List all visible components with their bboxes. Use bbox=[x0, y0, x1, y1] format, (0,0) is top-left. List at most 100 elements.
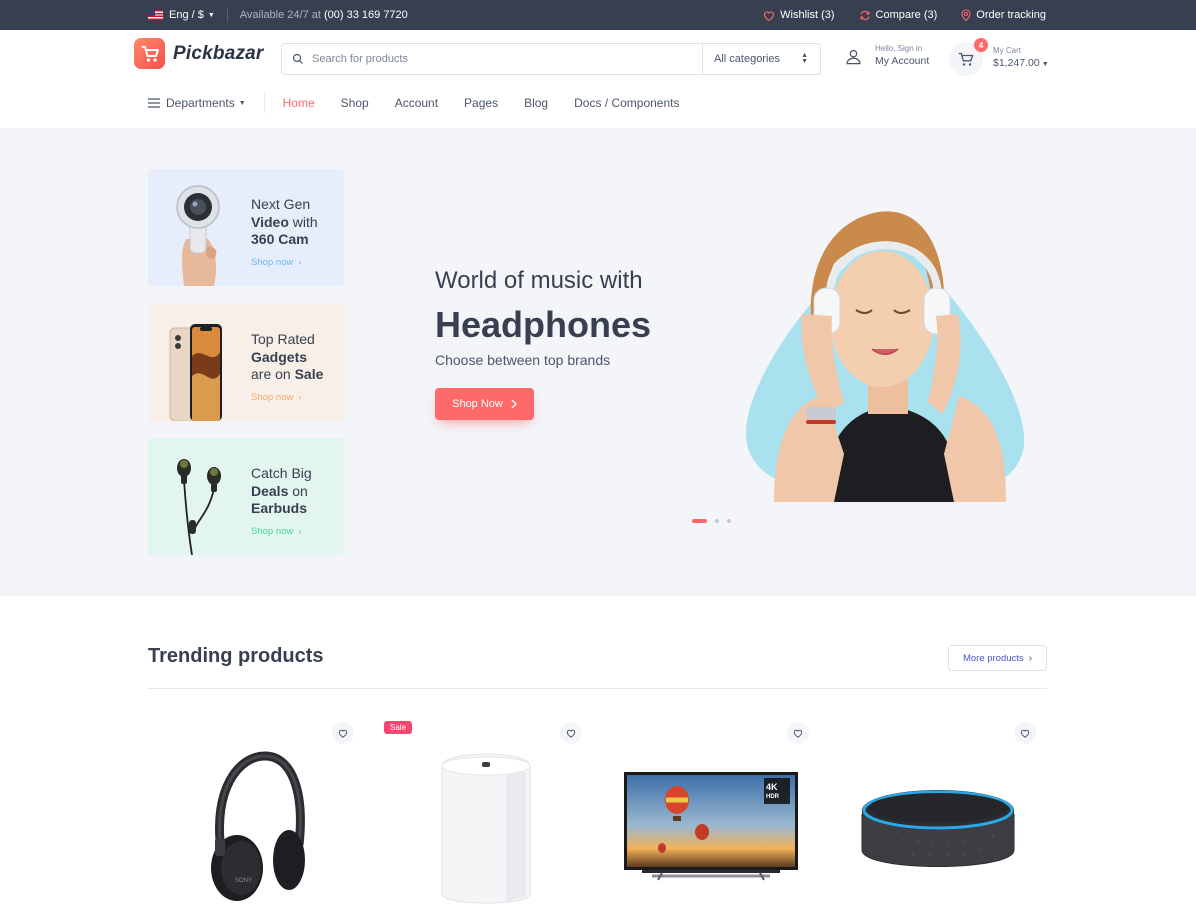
divider bbox=[226, 8, 228, 22]
promo-rest: with bbox=[288, 213, 318, 230]
chevron-right-icon: › bbox=[298, 525, 302, 536]
category-select[interactable]: All categories ▲ ▼ bbox=[702, 44, 820, 74]
wishlist-link[interactable]: Wishlist (3) bbox=[763, 9, 835, 21]
user-icon bbox=[846, 49, 861, 64]
heart-icon bbox=[764, 10, 775, 21]
account-label: My Account bbox=[875, 55, 930, 67]
promo-rest: on bbox=[288, 482, 308, 499]
nav-shop[interactable]: Shop bbox=[341, 96, 369, 110]
wishlist-button[interactable] bbox=[1014, 722, 1036, 744]
order-tracking-link[interactable]: Order tracking bbox=[961, 9, 1046, 21]
hero-section: Next Gen Video with 360 Cam Shop now › To… bbox=[0, 128, 1196, 596]
wishlist-label: Wishlist (3) bbox=[780, 9, 835, 21]
heart-icon bbox=[1020, 729, 1030, 738]
menu-icon bbox=[148, 98, 160, 108]
cart-label: My Cart bbox=[993, 46, 1021, 55]
360-camera-image bbox=[176, 185, 220, 286]
heart-icon bbox=[793, 729, 803, 738]
promo-bold: Sale bbox=[294, 366, 324, 382]
chevron-right-icon: › bbox=[298, 391, 302, 402]
shop-now-label: Shop now bbox=[251, 391, 294, 403]
chevron-right-icon: › bbox=[298, 256, 302, 267]
svg-text:HDR: HDR bbox=[766, 794, 780, 800]
hero-subtitle: World of music with bbox=[435, 267, 643, 294]
sale-badge: Sale bbox=[384, 721, 413, 734]
carousel-dot-active[interactable] bbox=[692, 519, 707, 523]
svg-text:SONY: SONY bbox=[235, 878, 252, 884]
logo-text: Pickbazar bbox=[173, 42, 264, 64]
smartphones-image bbox=[169, 324, 222, 421]
language-label: Eng / $ bbox=[169, 9, 204, 21]
compare-link[interactable]: Compare (3) bbox=[859, 9, 938, 21]
divider bbox=[263, 93, 265, 113]
departments-menu[interactable]: Departments ▼ bbox=[148, 96, 246, 110]
carousel-dot[interactable] bbox=[715, 519, 719, 523]
product-card[interactable] bbox=[838, 712, 1063, 917]
caret-down-icon: ▼ bbox=[238, 99, 246, 107]
wishlist-button[interactable] bbox=[332, 722, 354, 744]
caret-down-icon: ▼ bbox=[207, 11, 215, 19]
order-tracking-label: Order tracking bbox=[976, 9, 1046, 21]
promo-text: Top Rated Gadgets are on Sale Shop now › bbox=[251, 331, 323, 406]
cart-link[interactable]: 4 My Cart $1,247.00 ▼ bbox=[949, 38, 1049, 76]
promo-rest: are on bbox=[251, 366, 295, 382]
woman-with-headphones-image bbox=[745, 211, 1025, 502]
section-title: Trending products bbox=[148, 645, 324, 667]
chevron-right-icon bbox=[511, 399, 517, 409]
wishlist-button[interactable] bbox=[787, 722, 809, 744]
nav-home[interactable]: Home bbox=[283, 96, 315, 110]
promo-text: Catch Big Deals on Earbuds Shop now › bbox=[251, 465, 312, 540]
availability-prefix: Available 24/7 at bbox=[239, 9, 321, 21]
logo[interactable]: Pickbazar bbox=[134, 38, 264, 69]
us-flag-icon bbox=[148, 10, 163, 20]
promo-bold: Earbuds bbox=[251, 500, 308, 516]
shop-now-link[interactable]: Shop now › bbox=[251, 254, 318, 272]
promo-line: Deals on bbox=[251, 483, 312, 501]
svg-text:4K: 4K bbox=[766, 782, 778, 792]
earbuds-image bbox=[177, 459, 221, 555]
headphones-product-image: SONY bbox=[211, 751, 305, 901]
promo-card-earbuds[interactable]: Catch Big Deals on Earbuds Shop now › bbox=[148, 438, 344, 555]
product-card[interactable]: SONY bbox=[148, 712, 373, 917]
carousel-dot[interactable] bbox=[727, 519, 731, 523]
shop-now-label: Shop now bbox=[251, 525, 294, 537]
phone-link[interactable]: (00) 33 169 7720 bbox=[324, 9, 408, 21]
tv-product-image: 4K HDR bbox=[624, 772, 798, 881]
more-products-button[interactable]: More products › bbox=[948, 645, 1047, 671]
nav-pages[interactable]: Pages bbox=[464, 96, 498, 110]
cart-icon bbox=[958, 52, 974, 66]
refresh-icon bbox=[859, 10, 870, 20]
promo-card-gadgets[interactable]: Top Rated Gadgets are on Sale Shop now › bbox=[148, 304, 344, 421]
carousel-dots bbox=[692, 519, 731, 523]
smart-speaker-product-image bbox=[861, 790, 1015, 867]
top-bar: Eng / $ ▼ Available 24/7 at (00) 33 169 … bbox=[0, 0, 1196, 30]
search-bar: All categories ▲▼ bbox=[281, 43, 821, 75]
product-card[interactable]: 4K HDR bbox=[610, 712, 835, 917]
shop-now-link[interactable]: Shop now › bbox=[251, 523, 312, 541]
nav-blog[interactable]: Blog bbox=[524, 96, 548, 110]
nav-account[interactable]: Account bbox=[395, 96, 438, 110]
promo-bold: 360 Cam bbox=[251, 231, 309, 247]
cart-button[interactable]: 4 bbox=[949, 38, 988, 76]
compare-label: Compare (3) bbox=[875, 9, 938, 21]
select-arrows-icon: ▲ ▼ bbox=[801, 52, 808, 65]
promo-card-360-cam[interactable]: Next Gen Video with 360 Cam Shop now › bbox=[148, 169, 344, 286]
shop-now-button[interactable]: Shop Now bbox=[435, 388, 534, 420]
category-select-value: All categories bbox=[714, 53, 781, 65]
wishlist-button[interactable] bbox=[560, 722, 582, 744]
shop-now-label: Shop now bbox=[251, 256, 294, 268]
chevron-right-icon: › bbox=[1028, 652, 1033, 664]
promo-line: Catch Big bbox=[251, 465, 312, 481]
account-greeting: Hello, Sign in bbox=[875, 44, 923, 53]
hero-description: Choose between top brands bbox=[435, 352, 611, 368]
cart-logo-icon bbox=[134, 38, 165, 69]
nav-docs-components[interactable]: Docs / Components bbox=[574, 96, 679, 110]
shop-now-link[interactable]: Shop now › bbox=[251, 389, 323, 407]
router-product-image bbox=[441, 753, 531, 904]
more-products-label: More products bbox=[962, 652, 1024, 664]
product-card[interactable]: Sale bbox=[384, 712, 609, 917]
promo-text: Next Gen Video with 360 Cam Shop now › bbox=[251, 196, 318, 271]
language-currency-selector[interactable]: Eng / $ ▼ bbox=[148, 9, 215, 21]
account-link[interactable]: Hello, Sign in My Account bbox=[845, 44, 929, 68]
search-input[interactable] bbox=[304, 45, 702, 73]
